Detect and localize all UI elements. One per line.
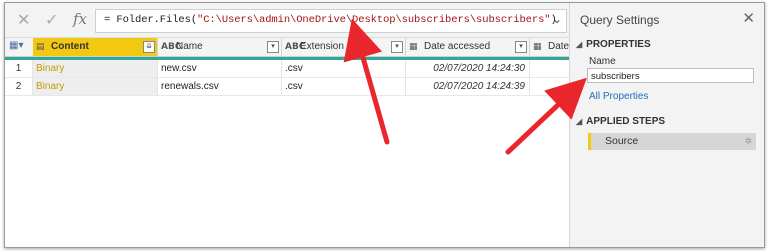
annotation-arrows — [343, 18, 587, 155]
red-arrow-formula — [343, 18, 390, 145]
red-arrow-name — [505, 77, 587, 155]
